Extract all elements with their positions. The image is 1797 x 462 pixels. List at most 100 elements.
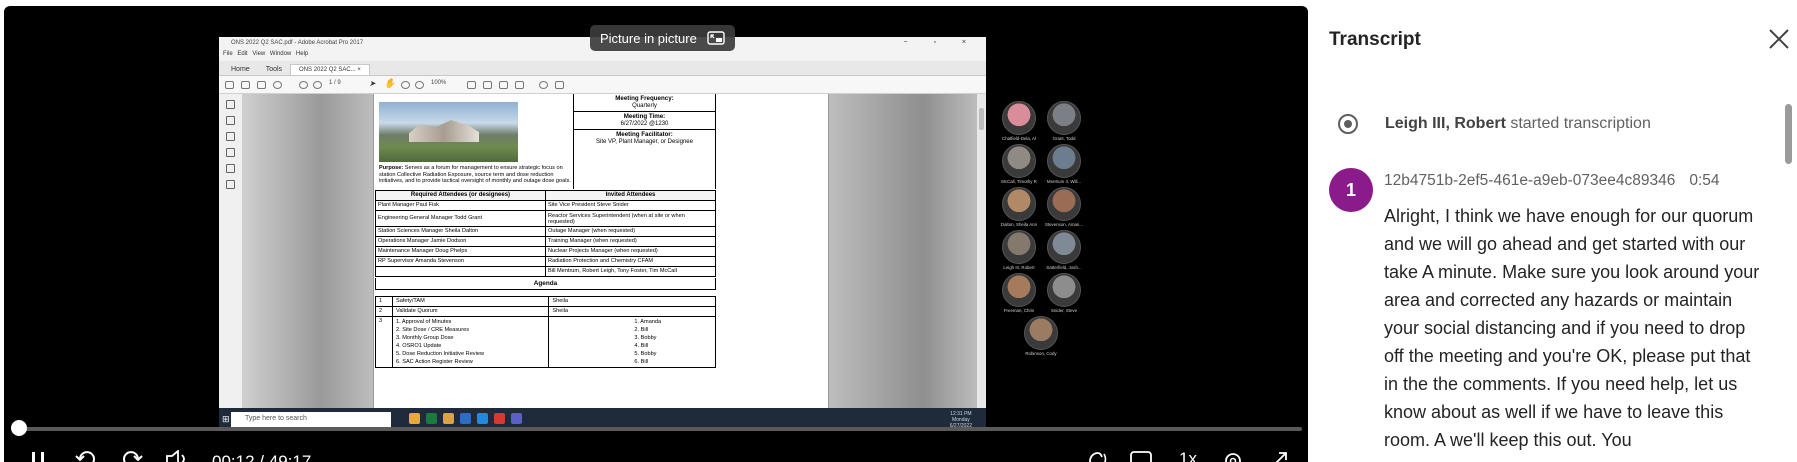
pause-icon (32, 452, 44, 462)
file-explorer-icon (409, 413, 420, 424)
print-icon (241, 81, 250, 89)
acrobat-left-rail (219, 94, 243, 431)
required-attendees-header: Required Attendees (or designees) (375, 190, 546, 201)
taskbar-search: Type here to search (231, 412, 391, 427)
search-icon (273, 81, 282, 89)
meeting-info-box: Meeting Frequency: Quarterly Meeting Time… (573, 94, 716, 189)
player-controls: 00:12 / 49:17 1x (4, 446, 1308, 462)
record-icon (1338, 114, 1358, 134)
gear-icon (1225, 453, 1241, 462)
fast-forward-button[interactable] (120, 450, 144, 462)
fullscreen-button[interactable] (1266, 450, 1292, 462)
participant-avatar (1047, 144, 1081, 178)
participant-avatar (1047, 230, 1081, 264)
rewind-button[interactable] (74, 450, 98, 462)
tags-icon (226, 180, 235, 189)
purpose-text: Purpose: Serves as a forum for managemen… (379, 165, 571, 185)
speaker-avatar: 1 (1329, 168, 1373, 212)
settings-button[interactable] (1220, 450, 1246, 462)
entry-timestamp[interactable]: 0:54 (1689, 172, 1719, 189)
acrobat-menu-bar: File Edit View Window Help (219, 50, 986, 61)
pause-button[interactable] (28, 450, 48, 462)
windows-start-icon: ⊞ (222, 414, 230, 424)
duration: 49:17 (268, 452, 312, 462)
participant-avatar (1002, 187, 1036, 221)
participant-avatar (1047, 101, 1081, 135)
fit-icon (467, 81, 476, 89)
table-row: 2 Validate Quorum Sheila (375, 306, 716, 317)
participant-name: Snider, Steve (1050, 308, 1078, 313)
event-user: Leigh III, Robert (1385, 115, 1506, 132)
transcription-started-event: Leigh III, Robert started transcription (1338, 114, 1651, 134)
table-row: RP Supervisor Amanda Stevenson Radiation … (375, 256, 716, 267)
volume-button[interactable] (164, 450, 190, 462)
participant-tile: Satterfield, Josh... (1036, 230, 1092, 271)
participant-avatar (1047, 273, 1081, 307)
participant-tile: Robinson, Cody (1013, 316, 1069, 357)
pen-icon (555, 81, 564, 89)
tools-icon (515, 81, 524, 89)
agenda-table: 1 Safety/TAM Sheila 2 Validate Quorum Sheila… (375, 296, 716, 368)
acrobat-icon (494, 413, 505, 424)
speaker-name: 12b4751b-2ef5-461e-a9eb-073ee4c89346 (1384, 172, 1676, 189)
transcript-scrollbar[interactable] (1785, 100, 1792, 462)
close-transcript-button[interactable] (1768, 28, 1790, 50)
table-row: Station Sciences Manager Sheila Dalton Ou… (375, 226, 716, 237)
table-row: 3 1. Approval of Minutes 2. Site Dose / … (375, 316, 716, 368)
acrobat-toolbar: 1 / 9 ➤ ✋ 100% (219, 76, 986, 94)
participant-tile: Snider, Steve (1036, 273, 1092, 314)
table-row: Engineering General Manager Todd Grant Re… (375, 210, 716, 227)
stream-video-page: ONS 2022 Q2 SAC.pdf - Adobe Acrobat Pro … (0, 0, 1797, 462)
form-icon (483, 81, 492, 89)
participant-avatar (1047, 187, 1081, 221)
acrobat-tab-home: Home (231, 66, 250, 73)
participant-tile: Mentrum II, Will... (1036, 144, 1092, 185)
table-row: Operations Manager Jamie Dodson Training … (375, 236, 716, 247)
acrobat-tabs: Home Tools ONS 2022 Q2 SAC... × (219, 61, 986, 76)
shared-screen-content: ONS 2022 Q2 SAC.pdf - Adobe Acrobat Pro … (219, 37, 986, 431)
video-player[interactable]: ONS 2022 Q2 SAC.pdf - Adobe Acrobat Pro … (4, 6, 1308, 462)
speaker-icon (166, 450, 185, 462)
taskbar-apps (409, 413, 522, 426)
participant-name: Grant, Todd (1052, 136, 1076, 141)
plant-photo (379, 102, 518, 162)
forward-icon (123, 451, 143, 462)
entry-meta: 12b4751b-2ef5-461e-a9eb-073ee4c89346 0:54 (1384, 172, 1720, 190)
cursor-icon: ➤ (369, 79, 376, 88)
zoom-in-icon (415, 81, 424, 89)
layers-icon (226, 148, 235, 157)
mail-icon (257, 81, 266, 89)
acrobat-tab-document: ONS 2022 Q2 SAC... × (290, 64, 370, 75)
participant-gallery: Chatfield-Dela, Al Grant, Todd McCall, Tim… (999, 101, 1109, 401)
seek-bar-handle[interactable] (11, 420, 28, 436)
participant-name: Stevenson, Aman... (1044, 222, 1084, 227)
playback-speed-button[interactable]: 1x (1174, 449, 1202, 462)
canvas-background-left (243, 94, 373, 431)
participant-avatar (1024, 316, 1058, 350)
audio-description-button[interactable] (1084, 450, 1110, 462)
participant-name: Satterfield, Josh... (1046, 265, 1082, 270)
participant-name: Robinson, Cody (1025, 351, 1057, 356)
document-icon (226, 164, 235, 173)
entry-text: Alright, I think we have enough for our … (1384, 206, 1760, 450)
seek-bar[interactable] (11, 420, 1302, 436)
pip-label: Picture in picture (600, 30, 697, 46)
agenda-title: Agenda (375, 278, 716, 290)
time-display: 00:12 / 49:17 (212, 452, 311, 462)
save-icon (225, 81, 234, 89)
table-row: Plant Manager Paul Fisk Site Vice Preside… (375, 200, 716, 211)
expand-icon (1275, 452, 1287, 462)
bookmark-icon (226, 116, 235, 125)
captions-button[interactable] (1128, 450, 1154, 462)
participant-avatar (1002, 144, 1036, 178)
attendees-table: Required Attendees (or designees) Invite… (375, 190, 716, 277)
transcript-title: Transcript (1329, 29, 1421, 50)
participant-avatar (1002, 273, 1036, 307)
pdf-page: Purpose: Serves as a forum for managemen… (373, 94, 829, 431)
picture-in-picture-icon (707, 31, 725, 45)
invited-attendees-header: Invited Attendees (545, 190, 716, 201)
picture-in-picture-button[interactable]: Picture in picture (590, 25, 735, 51)
zoom-level: 100% (431, 80, 447, 86)
edge-icon (477, 413, 488, 424)
participant-tile: Grant, Todd (1036, 101, 1092, 142)
